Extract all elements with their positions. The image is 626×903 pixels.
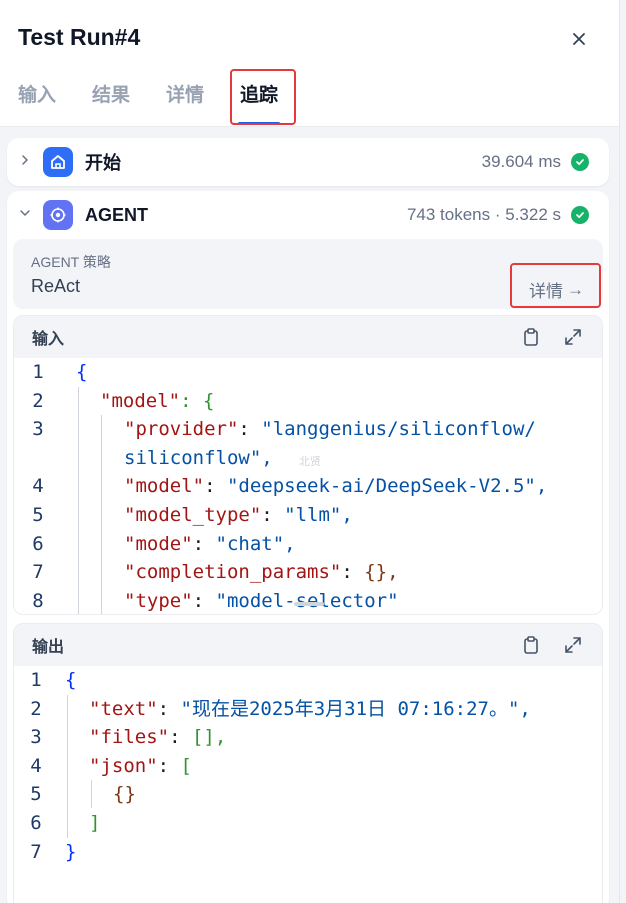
node-start-duration: 39.604 ms xyxy=(481,152,561,171)
expand-button[interactable] xyxy=(562,326,584,348)
code-line: 4 "json": [ xyxy=(30,754,192,777)
node-agent-stats: 743 tokens · 5.322 s xyxy=(406,205,561,224)
node-start-card[interactable]: 开始 39.604 ms xyxy=(7,138,609,186)
output-code-panel: 输出 1{ 2 "text": "现在是2025年3月31日 07:16:27。"… xyxy=(13,623,603,903)
tab-result[interactable]: 结果 xyxy=(92,80,130,108)
code-line: 7 "completion_params": {}, xyxy=(32,561,399,584)
code-line: 6 "mode": "chat", xyxy=(32,532,296,555)
input-panel-title: 输入 xyxy=(32,331,65,348)
expand-icon xyxy=(565,329,581,345)
code-line: 3 "provider": "langgenius/siliconflow/ xyxy=(32,418,536,441)
agent-icon xyxy=(43,200,73,230)
home-icon xyxy=(43,147,73,177)
clipboard-icon xyxy=(524,328,538,346)
code-line: 1{ xyxy=(32,361,88,383)
resize-handle[interactable] xyxy=(294,602,324,606)
code-line: 3 "files": [], xyxy=(30,726,227,749)
node-start-row[interactable]: 开始 39.604 ms xyxy=(7,138,609,186)
tab-input[interactable]: 输入 xyxy=(18,80,56,108)
strategy-value: ReAct xyxy=(31,276,81,296)
chevron-right-icon[interactable] xyxy=(7,153,43,171)
input-panel-header: 输入 xyxy=(14,316,602,358)
close-icon xyxy=(573,33,585,45)
chevron-down-icon[interactable] xyxy=(7,206,43,224)
code-line: 7} xyxy=(30,840,77,863)
code-line: 5{} xyxy=(30,783,136,806)
tab-bar: 输入 结果 详情 追踪 xyxy=(18,80,314,125)
panel-header: Test Run#4 输入 结果 详情 追踪 xyxy=(0,0,619,127)
code-line: 1{ xyxy=(30,669,77,691)
node-agent-name: AGENT xyxy=(85,204,148,225)
code-line: 8 "type": "model-selector" xyxy=(32,589,399,612)
strategy-label: AGENT 策略 xyxy=(31,254,111,270)
output-panel-title: 输出 xyxy=(32,639,65,656)
node-agent-row[interactable]: AGENT 743 tokens · 5.322 s xyxy=(7,191,609,239)
arrow-right-icon: → xyxy=(567,279,584,299)
code-line: siliconflow", 北贤 xyxy=(14,444,602,473)
success-check-icon xyxy=(571,206,589,224)
tab-detail[interactable]: 详情 xyxy=(166,80,204,108)
expand-icon xyxy=(565,637,581,653)
agent-strategy-box: AGENT 策略 ReAct 详情 → xyxy=(13,239,603,309)
expand-button[interactable] xyxy=(562,634,584,656)
strategy-detail-button[interactable]: 详情 → xyxy=(529,277,584,302)
input-code-body[interactable]: 1{ 2 "model": { 3 "provider": "langgenius/… xyxy=(14,358,602,614)
close-button[interactable] xyxy=(566,26,592,52)
success-check-icon xyxy=(571,153,589,171)
tab-trace[interactable]: 追踪 xyxy=(238,80,281,125)
detail-label: 详情 xyxy=(529,282,563,301)
code-line: 6] xyxy=(30,811,101,834)
trace-panel: Test Run#4 输入 结果 详情 追踪 开始 39.604 ms AGEN… xyxy=(0,0,620,903)
output-code-body[interactable]: 1{ 2 "text": "现在是2025年3月31日 07:16:27。", 3… xyxy=(14,666,602,903)
input-code-panel: 输入 1{ 2 "model": { 3 "provider": "langgeni… xyxy=(13,315,603,615)
code-line: 2 "model": { xyxy=(32,389,215,412)
code-line: 2 "text": "现在是2025年3月31日 07:16:27。", xyxy=(30,697,531,720)
code-line: 4 "model": "deepseek-ai/DeepSeek-V2.5", xyxy=(32,475,548,498)
output-panel-header: 输出 xyxy=(14,624,602,666)
code-line: 5 "model_type": "llm", xyxy=(32,503,353,526)
node-start-name: 开始 xyxy=(85,153,121,173)
copy-button[interactable] xyxy=(520,326,542,348)
page-title: Test Run#4 xyxy=(18,24,141,50)
clipboard-icon xyxy=(524,636,538,654)
copy-button[interactable] xyxy=(520,634,542,656)
